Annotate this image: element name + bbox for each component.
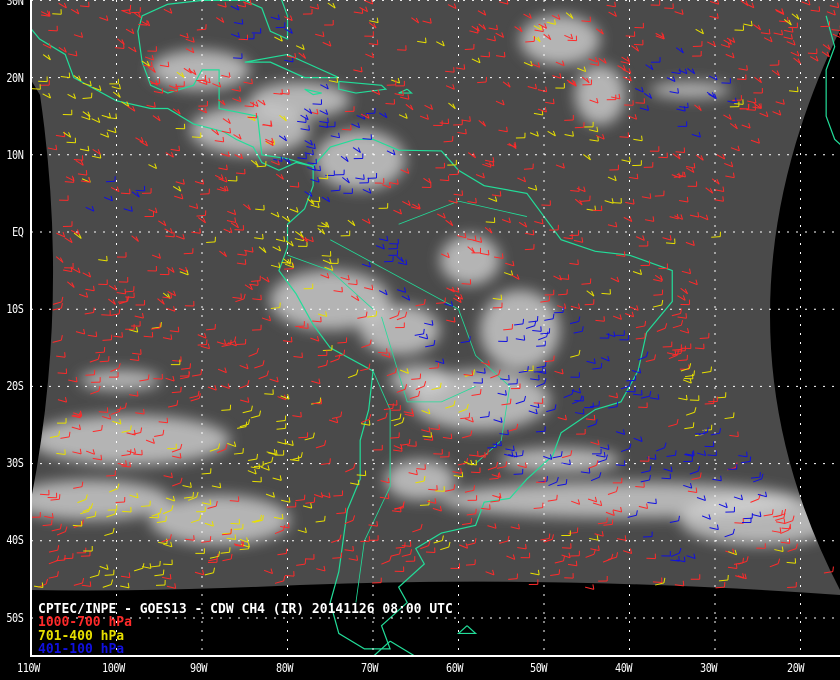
- lat-label-30n: 30N: [6, 0, 24, 8]
- lon-label-70w: 70W: [361, 661, 379, 675]
- lon-label-30w: 30W: [700, 661, 718, 675]
- lon-label-40w: 40W: [615, 661, 633, 675]
- lon-label-90w: 90W: [190, 661, 208, 675]
- cloud: [150, 50, 250, 90]
- lat-label-20s: 20S: [6, 379, 24, 393]
- lon-label-100w: 100W: [102, 661, 125, 675]
- lon-label-20w: 20W: [787, 661, 805, 675]
- lat-label-30s: 30S: [6, 456, 24, 470]
- cloud: [410, 370, 550, 430]
- cloud: [250, 82, 350, 118]
- cloud: [575, 65, 625, 125]
- lat-label-20n: 20N: [6, 71, 24, 85]
- map-canvas: [30, 0, 840, 657]
- ir-imagery: [31, 0, 840, 595]
- cloud: [385, 460, 455, 500]
- cloud: [360, 305, 440, 355]
- legend-high-level: 401-100 hPa: [38, 642, 125, 657]
- cloud: [440, 235, 500, 285]
- cloud: [31, 415, 230, 465]
- cloud: [480, 290, 560, 370]
- cloud: [500, 448, 620, 472]
- lon-label-110w: 110W: [17, 661, 40, 675]
- lat-label-50s: 50S: [6, 611, 24, 625]
- lon-label-60w: 60W: [446, 661, 464, 675]
- lat-label-eq: EQ: [12, 225, 24, 239]
- cloud: [650, 82, 730, 98]
- cloud: [520, 15, 600, 65]
- legend-low-level: 1000-700 hPa: [38, 615, 132, 630]
- cloud: [31, 480, 170, 520]
- lat-label-40s: 40S: [6, 533, 24, 547]
- lon-label-80w: 80W: [276, 661, 294, 675]
- satellite-wind-map: 30N 20N 10N EQ 10S 20S 30S 40S 50S 110W …: [0, 0, 840, 680]
- lon-label-50w: 50W: [530, 661, 548, 675]
- lat-label-10s: 10S: [6, 302, 24, 316]
- lat-label-10n: 10N: [6, 148, 24, 162]
